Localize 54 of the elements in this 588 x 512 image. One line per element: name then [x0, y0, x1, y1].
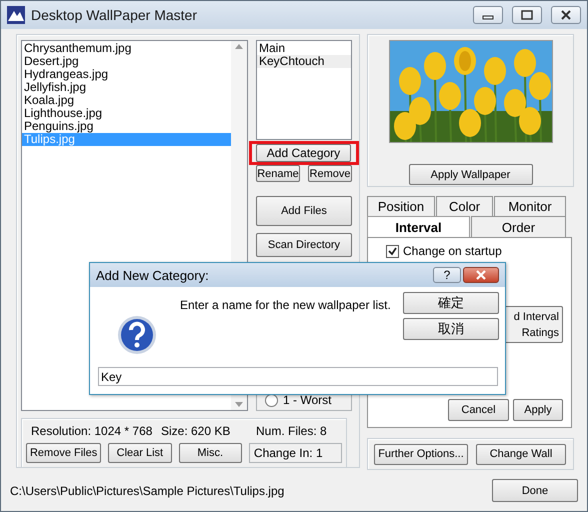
dialog-cancel-button[interactable]: 取消 [403, 318, 499, 340]
tab[interactable]: Position [367, 196, 435, 216]
checkbox-label: Change on startup [403, 244, 502, 258]
further-options-button[interactable]: Further Options... [374, 444, 468, 464]
scan-directory-button[interactable]: Scan Directory [256, 233, 352, 257]
category-item[interactable]: Main [257, 42, 351, 55]
rename-button[interactable]: Rename [256, 165, 300, 182]
tab[interactable]: Monitor [494, 196, 566, 216]
ok-button[interactable]: 確定 [403, 292, 499, 314]
dialog-title: Add New Category: [96, 268, 210, 282]
tab[interactable]: Order [471, 216, 566, 237]
remove-button[interactable]: Remove [308, 165, 352, 182]
close-icon [560, 10, 572, 20]
add-category-button[interactable]: Add Category [256, 144, 351, 162]
list-button[interactable]: Clear List [108, 443, 172, 463]
file-item[interactable]: Desert.jpg [22, 55, 231, 68]
file-count-text: Num. Files: 8 [256, 424, 327, 438]
tab[interactable]: Color [436, 196, 493, 216]
done-button[interactable]: Done [492, 479, 578, 502]
cancel-button[interactable]: Cancel [448, 399, 509, 421]
size-text: Size: 620 KB [161, 424, 232, 438]
list-button[interactable]: Misc. [178, 443, 242, 463]
file-item[interactable]: Penguins.jpg [22, 120, 231, 133]
tab[interactable]: Interval [367, 216, 470, 237]
list-button[interactable]: Remove Files [26, 443, 102, 463]
add-files-button[interactable]: Add Files [256, 196, 352, 226]
file-item[interactable]: Chrysanthemum.jpg [22, 42, 231, 55]
maximize-button[interactable] [512, 6, 542, 24]
checkbox[interactable] [386, 244, 399, 258]
change-wall-button[interactable]: Change Wall [476, 444, 566, 464]
scroll-up-icon[interactable] [235, 44, 243, 49]
file-item[interactable]: Lighthouse.jpg [22, 107, 231, 120]
dialog-close-button[interactable] [463, 267, 499, 283]
minimize-button[interactable] [473, 6, 503, 24]
change-in-field: Change In: 1 [248, 443, 342, 463]
file-path: C:\Users\Public\Pictures\Sample Pictures\Tulips.jpg [10, 484, 284, 498]
app-icon [7, 6, 25, 24]
scroll-down-icon[interactable] [235, 402, 243, 407]
apply-button[interactable]: Apply [513, 399, 563, 421]
apply-wallpaper-button[interactable]: Apply Wallpaper [408, 164, 532, 185]
question-icon [117, 315, 157, 355]
category-item[interactable]: KeyChtouch [257, 55, 351, 68]
close-button[interactable] [551, 6, 581, 24]
file-item[interactable]: Hydrangeas.jpg [22, 68, 231, 81]
maximize-icon [521, 10, 533, 20]
radio-label: 1 - Worst [283, 393, 332, 407]
name-input[interactable]: Key [98, 367, 498, 386]
resolution-text: Resolution: 1024 * 768 [31, 424, 154, 438]
help-button[interactable]: ? [433, 267, 461, 283]
window-title: Desktop WallPaper Master [31, 7, 198, 23]
category-list[interactable]: Main KeyChtouch [256, 40, 352, 140]
file-item[interactable]: Jellyfish.jpg [22, 81, 231, 94]
file-item[interactable]: Koala.jpg [22, 94, 231, 107]
close-icon [475, 270, 487, 280]
